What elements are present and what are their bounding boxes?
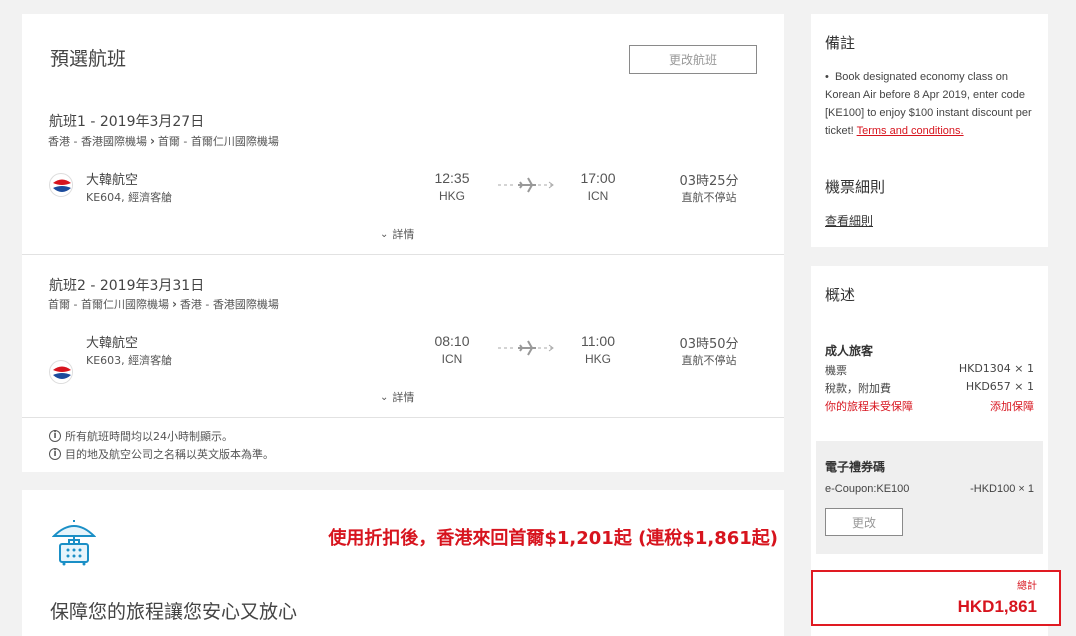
- departure-time: 12:35: [434, 170, 470, 186]
- flight-panel: 預選航班 更改航班 航班1 - 2019年3月27日 香港 - 香港國際機場 ›…: [22, 14, 784, 472]
- airline-name: 大韓航空: [86, 173, 139, 188]
- luggage-umbrella-icon: [51, 520, 97, 571]
- chevron-down-icon: ⌄: [380, 391, 389, 403]
- note-english-names: i 目的地及航空公司之名稱以英文版本為準。: [49, 446, 274, 462]
- coupon-value: -HKD100 × 1: [970, 483, 1034, 495]
- fare-value: HKD1304 × 1: [958, 362, 1034, 375]
- info-icon: i: [49, 430, 61, 442]
- flight-route: 首爾 - 首爾仁川國際機場 › 香港 - 香港國際機場: [48, 296, 279, 312]
- flight-stops: 直航不停站: [681, 354, 737, 367]
- flight-route: 香港 - 香港國際機場 › 首爾 - 首爾仁川國際機場: [48, 133, 279, 149]
- info-icon: i: [49, 448, 61, 460]
- tax-row: 稅款，附加費 HKD657 × 1: [825, 380, 1034, 396]
- departure-time: 08:10: [434, 333, 470, 349]
- chevron-right-icon: ›: [149, 134, 155, 148]
- korean-air-logo-icon: [49, 360, 73, 384]
- departure-airport: HKG: [438, 189, 465, 203]
- flight-duration: 03時50分: [679, 337, 739, 352]
- coupon-code: e-Coupon:KE100: [825, 483, 910, 495]
- airline-name: 大韓航空: [86, 336, 139, 351]
- details-toggle[interactable]: ⌄ 詳情: [380, 226, 414, 242]
- coupon-row: e-Coupon:KE100 -HKD100 × 1: [825, 483, 1034, 495]
- remarks-title: 備註: [825, 34, 856, 52]
- route-origin: 香港 - 香港國際機場: [48, 135, 147, 148]
- add-protection-link[interactable]: 添加保障: [990, 398, 1034, 414]
- total-box: 總計 HKD1,861: [811, 570, 1061, 626]
- tax-label: 稅款，附加費: [825, 382, 891, 395]
- korean-air-logo-icon: [49, 173, 73, 197]
- flight-date: 航班1 - 2019年3月27日: [49, 114, 205, 130]
- ticket-rules-title: 機票細則: [825, 178, 886, 196]
- fare-row: 機票 HKD1304 × 1: [825, 362, 1034, 378]
- details-label: 詳情: [392, 228, 415, 241]
- flight-number: KE603, 經濟客艙: [86, 354, 173, 367]
- tax-value: HKD657 × 1: [965, 380, 1034, 393]
- change-coupon-button[interactable]: 更改: [825, 508, 903, 536]
- arrival-time: 17:00: [580, 170, 616, 186]
- details-toggle[interactable]: ⌄ 詳情: [380, 389, 414, 405]
- departure-airport: ICN: [441, 352, 463, 366]
- plane-icon: [498, 338, 554, 363]
- total-label: 總計: [1017, 581, 1037, 592]
- change-flight-button[interactable]: 更改航班: [629, 45, 757, 74]
- terms-link[interactable]: Terms and conditions.: [857, 125, 964, 137]
- details-label: 詳情: [392, 391, 415, 404]
- chevron-right-icon: ›: [171, 297, 177, 311]
- route-destination: 首爾 - 首爾仁川國際機場: [157, 135, 279, 148]
- arrival-airport: ICN: [587, 189, 609, 203]
- note-text: 目的地及航空公司之名稱以英文版本為準。: [65, 448, 274, 461]
- promo-text: 使用折扣後，香港來回首爾$1,201起 (連稅$1,861起): [328, 528, 778, 549]
- note-24h: i 所有航班時間均以24小時制顯示。: [49, 428, 233, 444]
- flight-duration: 03時25分: [679, 174, 739, 189]
- route-origin: 首爾 - 首爾仁川國際機場: [48, 298, 169, 311]
- coupon-title: 電子禮券碼: [825, 460, 886, 474]
- flight-number: KE604, 經濟客艙: [86, 191, 173, 204]
- total-value: HKD1,861: [957, 597, 1037, 616]
- note-text: 所有航班時間均以24小時制顯示。: [65, 430, 233, 443]
- unprotected-warning: 你的旅程未受保障: [825, 400, 913, 413]
- coupon-box: 電子禮券碼 e-Coupon:KE100 -HKD100 × 1 更改: [816, 441, 1043, 554]
- section-title: 預選航班: [50, 49, 127, 70]
- insurance-title: 保障您的旅程讓您安心又放心: [50, 602, 298, 623]
- flight-stops: 直航不停站: [681, 191, 737, 204]
- remarks-text: • Book designated economy class on Korea…: [825, 68, 1037, 140]
- arrival-time: 11:00: [581, 333, 615, 349]
- remarks-panel: 備註 • Book designated economy class on Ko…: [811, 14, 1048, 247]
- bullet: •: [825, 71, 835, 83]
- view-rules-link[interactable]: 查看細則: [825, 212, 873, 229]
- summary-title: 概述: [825, 286, 856, 304]
- fare-label: 機票: [825, 364, 847, 377]
- flight-date: 航班2 - 2019年3月31日: [49, 278, 205, 294]
- arrival-airport: HKG: [584, 352, 611, 366]
- passenger-type: 成人旅客: [825, 344, 874, 358]
- insurance-panel: 使用折扣後，香港來回首爾$1,201起 (連稅$1,861起) 保障您的旅程讓您…: [22, 490, 784, 636]
- plane-icon: [498, 175, 554, 200]
- chevron-down-icon: ⌄: [380, 228, 389, 240]
- protection-row: 你的旅程未受保障 添加保障: [825, 398, 1034, 414]
- divider: [22, 417, 784, 418]
- route-destination: 香港 - 香港國際機場: [179, 298, 279, 311]
- divider: [22, 254, 784, 255]
